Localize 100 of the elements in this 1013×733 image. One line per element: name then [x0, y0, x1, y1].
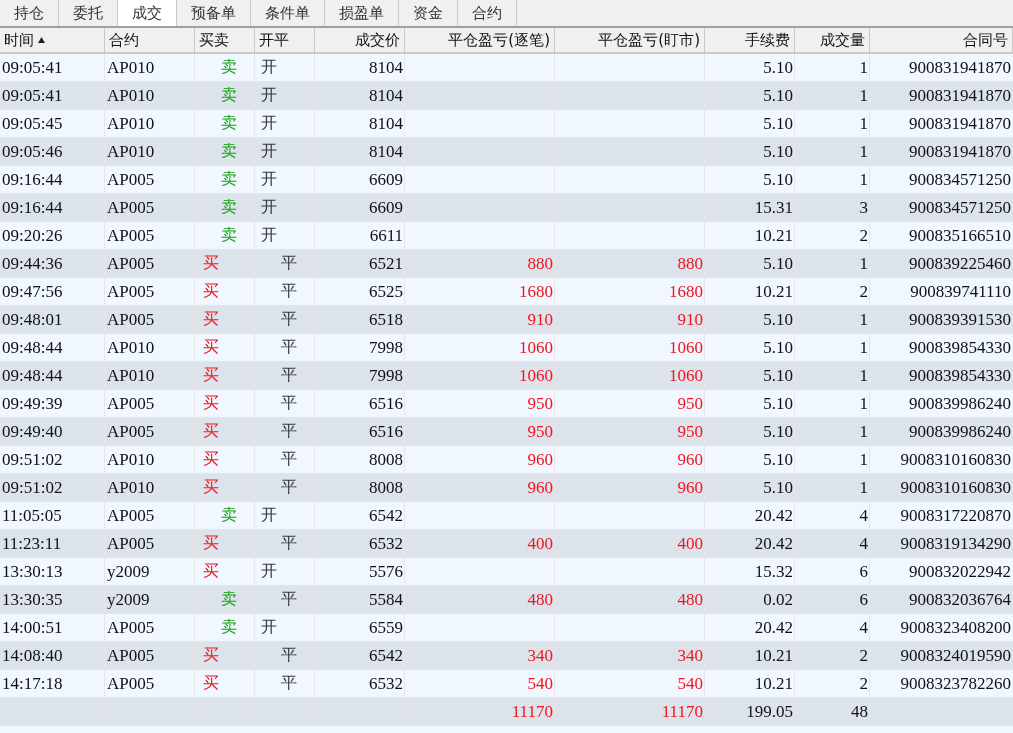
side-cell-text: 买: [202, 449, 219, 470]
offset-cell-text: 开: [260, 169, 277, 190]
pnl-cell: 950: [527, 421, 553, 442]
quantity-cell: 1: [859, 113, 868, 134]
quantity-cell: 4: [859, 533, 868, 554]
column-header[interactable]: 合约: [105, 28, 195, 52]
contract-cell: AP005: [107, 673, 155, 694]
offset-cell-text: 开: [260, 141, 277, 162]
order-number-cell: 900831941870: [909, 141, 1011, 162]
order-number-cell: 900834571250: [909, 169, 1011, 190]
price-cell: 6516: [369, 393, 403, 414]
price-cell: 6516: [369, 421, 403, 442]
column-header[interactable]: 成交量: [795, 28, 870, 52]
contract-cell: AP005: [107, 617, 155, 638]
pnl-cell: 340: [677, 645, 703, 666]
pnl-cell: 910: [677, 309, 703, 330]
order-number-cell: 900832036764: [909, 589, 1011, 610]
side-cell-text: 买: [202, 253, 219, 274]
order-number-cell: 900839854330: [909, 337, 1011, 358]
price-cell: 8008: [369, 477, 403, 498]
column-header[interactable]: 买卖: [195, 28, 255, 52]
order-number-cell: 900839986240: [909, 421, 1011, 442]
time-cell: 09:51:02: [2, 477, 63, 498]
column-header[interactable]: 平仓盈亏(盯市): [555, 28, 705, 52]
side-cell-text: 卖: [220, 169, 237, 190]
fee-cell: 20.42: [754, 533, 793, 554]
offset-cell-text: 平: [280, 477, 297, 498]
time-cell: 09:48:44: [2, 337, 63, 358]
fee-cell: 5.10: [763, 57, 793, 78]
quantity-cell: 1: [859, 253, 868, 274]
quantity-cell: 6: [859, 561, 868, 582]
tab[interactable]: 条件单: [251, 0, 325, 26]
offset-cell-text: 开: [260, 57, 277, 78]
order-number-cell: 9008323782260: [900, 673, 1011, 694]
tab[interactable]: 预备单: [177, 0, 251, 26]
price-cell: 6532: [369, 533, 403, 554]
quantity-cell: 1: [859, 85, 868, 106]
contract-cell: AP005: [107, 225, 155, 246]
column-header[interactable]: 开平: [255, 28, 315, 52]
order-number-cell: 9008323408200: [900, 617, 1011, 638]
time-cell: 11:23:11: [2, 533, 62, 554]
column-header[interactable]: 成交价: [315, 28, 405, 52]
pnl-cell: 880: [677, 253, 703, 274]
pnl-cell: 1060: [669, 365, 703, 386]
column-header[interactable]: 手续费: [705, 28, 795, 52]
tab[interactable]: 资金: [399, 0, 458, 26]
offset-cell-text: 开: [260, 225, 277, 246]
price-cell: 6559: [369, 617, 403, 638]
side-cell-text: 买: [202, 337, 219, 358]
offset-cell-text: 平: [280, 421, 297, 442]
tab[interactable]: 损盈单: [325, 0, 399, 26]
contract-cell: AP010: [107, 85, 155, 106]
order-number-cell: 900831941870: [909, 113, 1011, 134]
price-cell: 8104: [369, 141, 403, 162]
offset-cell-text: 开: [260, 113, 277, 134]
order-number-cell: 900831941870: [909, 57, 1011, 78]
side-cell-text: 买: [202, 393, 219, 414]
contract-cell: AP005: [107, 197, 155, 218]
pnl-cell: 400: [527, 533, 553, 554]
offset-cell-text: 开: [260, 85, 277, 106]
pnl-cell: 1680: [669, 281, 703, 302]
contract-cell: AP010: [107, 57, 155, 78]
offset-cell-text: 开: [260, 505, 277, 526]
price-cell: 8104: [369, 113, 403, 134]
contract-cell: y2009: [107, 589, 150, 610]
tab[interactable]: 持仓: [0, 0, 59, 26]
time-cell: 09:05:41: [2, 57, 63, 78]
offset-cell-text: 平: [280, 589, 297, 610]
offset-cell-text: 平: [280, 533, 297, 554]
order-number-cell: 900839741110: [910, 281, 1011, 302]
pnl-cell: 880: [527, 253, 553, 274]
fee-cell: 20.42: [754, 505, 793, 526]
tab[interactable]: 成交: [118, 0, 177, 26]
offset-cell-text: 平: [280, 449, 297, 470]
time-cell: 14:17:18: [2, 673, 63, 694]
quantity-cell: 1: [859, 393, 868, 414]
time-cell: 14:00:51: [2, 617, 63, 638]
fee-cell: 10.21: [754, 225, 793, 246]
time-cell: 14:08:40: [2, 645, 63, 666]
price-cell: 8104: [369, 57, 403, 78]
price-cell: 6542: [369, 505, 403, 526]
price-cell: 6609: [369, 197, 403, 218]
pnl-cell: 910: [527, 309, 553, 330]
quantity-cell: 6: [859, 589, 868, 610]
pnl-cell: 540: [527, 673, 553, 694]
contract-cell: AP005: [107, 169, 155, 190]
total-pnl-cell: 11170: [511, 701, 553, 722]
side-cell-text: 卖: [220, 197, 237, 218]
time-cell: 09:49:40: [2, 421, 63, 442]
column-header[interactable]: 时间: [0, 28, 105, 52]
price-cell: 6542: [369, 645, 403, 666]
column-header[interactable]: 合同号: [870, 28, 1013, 52]
quantity-cell: 2: [859, 281, 868, 302]
contract-cell: AP010: [107, 113, 155, 134]
contract-cell: AP005: [107, 533, 155, 554]
contract-cell: AP005: [107, 393, 155, 414]
column-header[interactable]: 平仓盈亏(逐笔): [405, 28, 555, 52]
price-cell: 7998: [369, 337, 403, 358]
pnl-cell: 340: [527, 645, 553, 666]
tab[interactable]: 合约: [458, 0, 517, 26]
